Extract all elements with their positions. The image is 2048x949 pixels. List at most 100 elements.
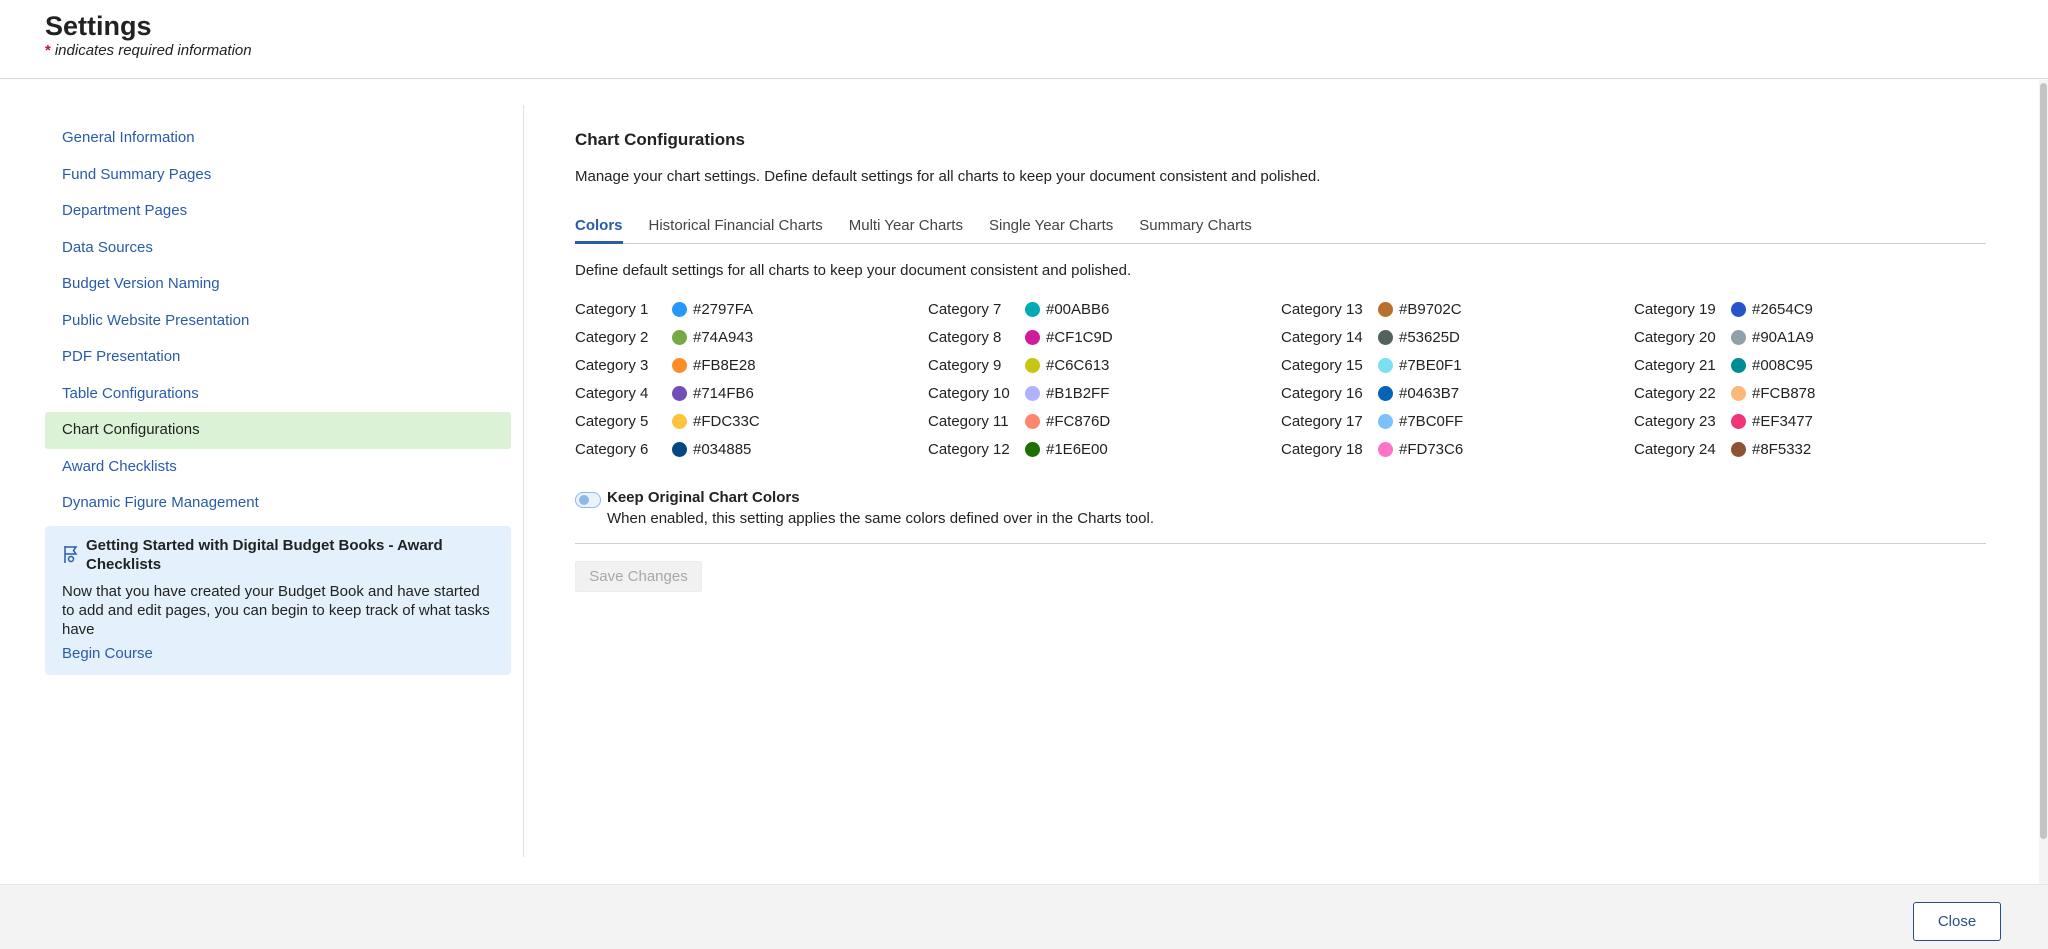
close-button[interactable]: Close: [1913, 902, 2001, 941]
category-item: Category 12 #1E6E00: [928, 435, 1281, 463]
color-swatch[interactable]: [672, 329, 687, 345]
color-swatch[interactable]: [1731, 441, 1746, 457]
tab-single-year-charts[interactable]: Single Year Charts: [989, 209, 1113, 244]
category-label: Category 6: [575, 440, 649, 458]
tab-multi-year-charts[interactable]: Multi Year Charts: [849, 209, 963, 244]
save-changes-button[interactable]: Save Changes: [575, 561, 702, 592]
color-hex-value[interactable]: #FDC33C: [693, 413, 760, 430]
color-swatch[interactable]: [672, 357, 687, 373]
color-hex-value[interactable]: #714FB6: [693, 385, 754, 402]
sidebar-item-pdf-presentation[interactable]: PDF Presentation: [45, 339, 511, 376]
sidebar-item-table-configurations[interactable]: Table Configurations: [45, 376, 511, 413]
color-hex-value[interactable]: #FCB878: [1752, 385, 1815, 402]
category-label: Category 1: [575, 300, 649, 318]
category-item: Category 7 #00ABB6: [928, 295, 1281, 323]
color-hex-value[interactable]: #1E6E00: [1046, 441, 1108, 458]
color-hex-value[interactable]: #8F5332: [1752, 441, 1811, 458]
category-item: Category 18 #FD73C6: [1281, 435, 1634, 463]
color-hex-value[interactable]: #2797FA: [693, 301, 753, 318]
color-hex-value[interactable]: #034885: [693, 441, 751, 458]
category-item: Category 14 #53625D: [1281, 323, 1634, 351]
color-swatch[interactable]: [1025, 385, 1040, 401]
color-swatch[interactable]: [1025, 301, 1040, 317]
course-description: Now that you have created your Budget Bo…: [62, 582, 490, 638]
sidebar-item-fund-summary-pages[interactable]: Fund Summary Pages: [45, 157, 511, 194]
scrollbar-thumb[interactable]: [2040, 83, 2047, 839]
color-swatch[interactable]: [1025, 329, 1040, 345]
color-hex-value[interactable]: #90A1A9: [1752, 329, 1814, 346]
keep-original-colors-toggle[interactable]: [575, 492, 601, 508]
color-swatch[interactable]: [1731, 413, 1746, 429]
color-swatch[interactable]: [1378, 301, 1393, 317]
color-hex-value[interactable]: #B1B2FF: [1046, 385, 1109, 402]
category-item: Category 6 #034885: [575, 435, 928, 463]
color-swatch[interactable]: [1378, 357, 1393, 373]
page-title: Settings: [45, 11, 152, 41]
color-swatch[interactable]: [1731, 357, 1746, 373]
color-hex-value[interactable]: #FC876D: [1046, 413, 1110, 430]
begin-course-link[interactable]: Begin Course: [62, 645, 153, 662]
sidebar-item-department-pages[interactable]: Department Pages: [45, 193, 511, 230]
category-item: Category 4 #714FB6: [575, 379, 928, 407]
color-hex-value[interactable]: #C6C613: [1046, 357, 1109, 374]
color-swatch[interactable]: [672, 301, 687, 317]
color-hex-value[interactable]: #7BC0FF: [1399, 413, 1463, 430]
color-hex-value[interactable]: #00ABB6: [1046, 301, 1109, 318]
color-swatch[interactable]: [1025, 357, 1040, 373]
color-hex-value[interactable]: #008C95: [1752, 357, 1813, 374]
category-label: Category 22: [1634, 384, 1716, 402]
category-item: Category 9 #C6C613: [928, 351, 1281, 379]
color-swatch[interactable]: [1378, 329, 1393, 345]
color-hex-value[interactable]: #FB8E28: [693, 357, 756, 374]
color-swatch[interactable]: [1378, 385, 1393, 401]
category-label: Category 5: [575, 412, 649, 430]
color-swatch[interactable]: [1378, 413, 1393, 429]
tab-colors[interactable]: Colors: [575, 209, 623, 244]
color-swatch[interactable]: [1025, 441, 1040, 457]
vertical-divider: [523, 105, 524, 857]
color-swatch[interactable]: [1025, 413, 1040, 429]
category-label: Category 4: [575, 384, 649, 402]
section-title: Chart Configurations: [575, 130, 745, 149]
color-swatch[interactable]: [1731, 385, 1746, 401]
color-hex-value[interactable]: #53625D: [1399, 329, 1460, 346]
category-label: Category 13: [1281, 300, 1363, 318]
sidebar-item-budget-version-naming[interactable]: Budget Version Naming: [45, 266, 511, 303]
sidebar-item-award-checklists[interactable]: Award Checklists: [45, 449, 511, 486]
color-hex-value[interactable]: #CF1C9D: [1046, 329, 1113, 346]
color-hex-value[interactable]: #B9702C: [1399, 301, 1462, 318]
color-hex-value[interactable]: #74A943: [693, 329, 753, 346]
category-color-grid: Category 1 #2797FA Category 2 #74A943 Catego…: [575, 295, 1986, 463]
course-title: Getting Started with Digital Budget Book…: [86, 536, 443, 573]
color-swatch[interactable]: [672, 413, 687, 429]
sidebar-item-general-information[interactable]: General Information: [45, 120, 511, 157]
keep-original-colors-label: Keep Original Chart Colors: [607, 489, 800, 506]
category-label: Category 15: [1281, 356, 1363, 374]
scrollbar[interactable]: [2039, 80, 2048, 884]
color-swatch[interactable]: [1731, 301, 1746, 317]
category-item: Category 20 #90A1A9: [1634, 323, 1987, 351]
tab-description: Define default settings for all charts t…: [575, 262, 1132, 279]
color-hex-value[interactable]: #EF3477: [1752, 413, 1813, 430]
color-hex-value[interactable]: #2654C9: [1752, 301, 1813, 318]
color-hex-value[interactable]: #0463B7: [1399, 385, 1459, 402]
sidebar-item-dynamic-figure-management[interactable]: Dynamic Figure Management: [45, 485, 511, 522]
category-label: Category 10: [928, 384, 1010, 402]
color-swatch[interactable]: [672, 441, 687, 457]
sidebar-item-data-sources[interactable]: Data Sources: [45, 230, 511, 267]
category-item: Category 17 #7BC0FF: [1281, 407, 1634, 435]
color-hex-value[interactable]: #7BE0F1: [1399, 357, 1462, 374]
color-swatch[interactable]: [1378, 441, 1393, 457]
sidebar-item-chart-configurations[interactable]: Chart Configurations: [45, 412, 511, 449]
color-swatch[interactable]: [1731, 329, 1746, 345]
color-swatch[interactable]: [672, 385, 687, 401]
course-header: Getting Started with Digital Budget Book…: [62, 536, 494, 574]
category-label: Category 17: [1281, 412, 1363, 430]
category-label: Category 14: [1281, 328, 1363, 346]
tab-summary-charts[interactable]: Summary Charts: [1139, 209, 1252, 244]
tab-historical-financial-charts[interactable]: Historical Financial Charts: [649, 209, 823, 244]
color-hex-value[interactable]: #FD73C6: [1399, 441, 1463, 458]
category-label: Category 21: [1634, 356, 1716, 374]
sidebar-item-public-website-presentation[interactable]: Public Website Presentation: [45, 303, 511, 340]
section-description: Manage your chart settings. Define defau…: [575, 168, 1321, 185]
